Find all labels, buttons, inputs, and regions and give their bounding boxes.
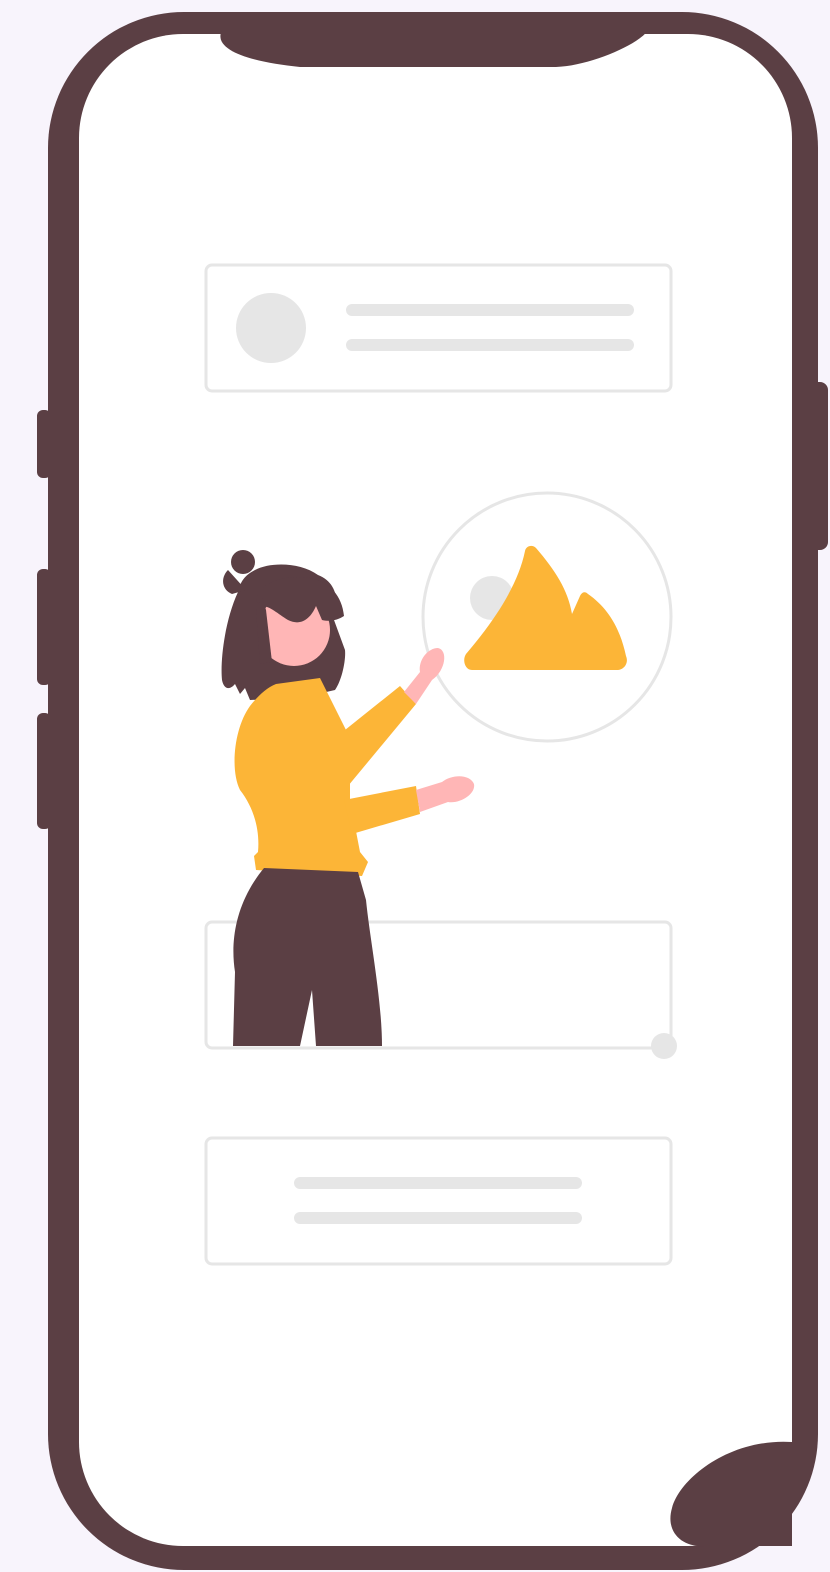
text-line-placeholder xyxy=(294,1177,582,1189)
text-line-placeholder xyxy=(346,339,634,351)
avatar-placeholder xyxy=(236,293,306,363)
phone-illustration xyxy=(37,12,828,1570)
illustration-stage xyxy=(0,0,830,1572)
hair-bun xyxy=(231,550,255,574)
card-corner-dot xyxy=(651,1033,677,1059)
text-line-placeholder xyxy=(294,1212,582,1224)
text-line-placeholder xyxy=(346,304,634,316)
phone-notch xyxy=(220,30,648,67)
image-placeholder xyxy=(421,491,673,743)
